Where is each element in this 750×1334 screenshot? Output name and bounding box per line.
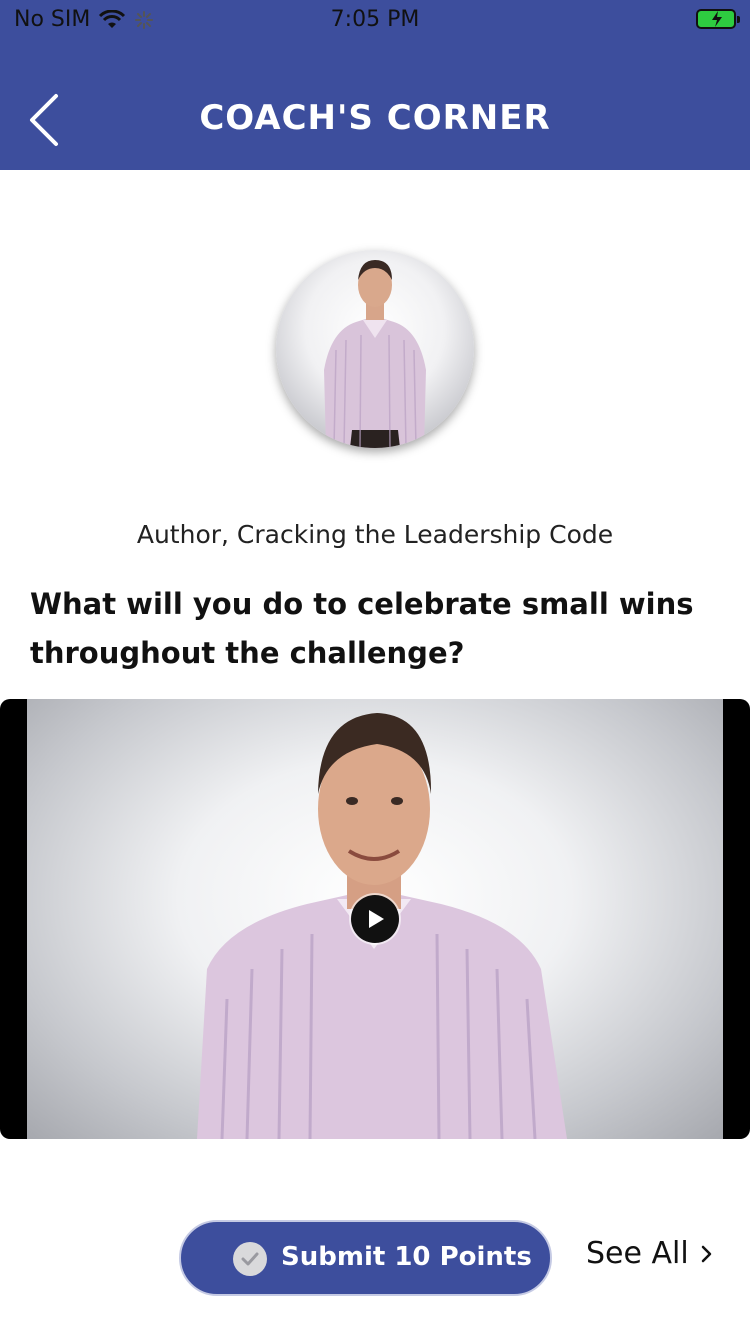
status-time: 7:05 PM xyxy=(330,7,420,32)
coach-avatar xyxy=(276,250,474,448)
battery-icon xyxy=(696,9,740,29)
check-circle-icon xyxy=(233,1242,267,1276)
app-header: COACH'S CORNER xyxy=(0,40,750,170)
play-icon xyxy=(369,910,384,928)
play-button[interactable] xyxy=(351,895,399,943)
question-text: What will you do to celebrate small wins… xyxy=(30,587,694,670)
page-title: COACH'S CORNER xyxy=(199,98,551,138)
submit-label: Submit 10 Points xyxy=(281,1242,532,1272)
submit-points-button[interactable]: Submit 10 Points xyxy=(179,1220,552,1296)
see-all-label: See All xyxy=(586,1236,689,1271)
chevron-right-icon xyxy=(701,1245,711,1262)
coach-photo xyxy=(324,260,426,448)
see-all-link[interactable]: See All xyxy=(586,1236,713,1271)
coach-role: Author, Cracking the Leadership Code xyxy=(136,520,614,549)
status-bar: No SIM 7:05 PM xyxy=(0,0,750,40)
